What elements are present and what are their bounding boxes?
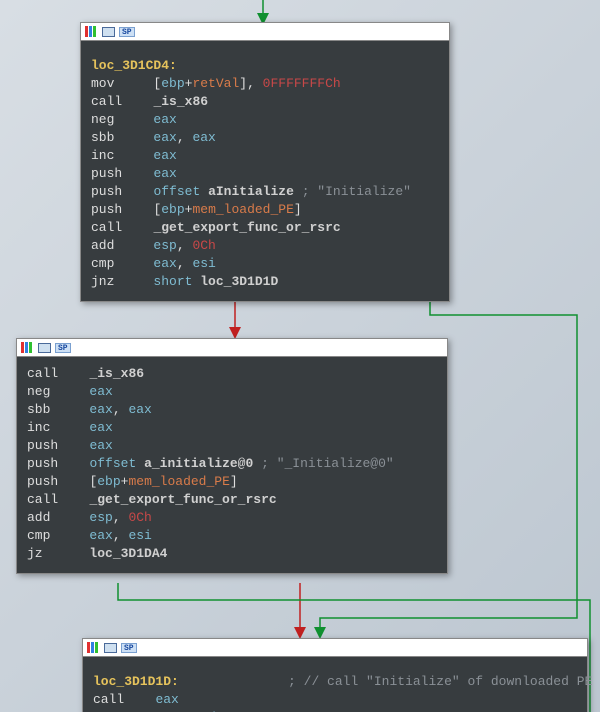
code-block-middle: call _is_x86 neg eax sbb eax, eax inc ea…	[17, 357, 447, 573]
graph-canvas: SP loc_3D1CD4: mov [ebp+retVal], 0FFFFFF…	[0, 0, 600, 712]
chart-icon	[21, 342, 34, 354]
basic-block-top[interactable]: SP loc_3D1CD4: mov [ebp+retVal], 0FFFFFF…	[80, 22, 450, 302]
window-icon	[38, 342, 51, 354]
basic-block-bottom[interactable]: SP loc_3D1D1D: ; // call "Initialize" of…	[82, 638, 588, 712]
badge-icon: SP	[55, 343, 71, 353]
chart-icon	[85, 26, 98, 38]
basic-block-middle[interactable]: SP call _is_x86 neg eax sbb eax, eax inc…	[16, 338, 448, 574]
node-titlebar: SP	[83, 639, 587, 657]
chart-icon	[87, 642, 100, 654]
code-block-bottom: loc_3D1D1D: ; // call "Initialize" of do…	[83, 657, 587, 712]
badge-icon: SP	[119, 27, 135, 37]
badge-icon: SP	[121, 643, 137, 653]
node-titlebar: SP	[81, 23, 449, 41]
window-icon	[104, 642, 117, 654]
node-titlebar: SP	[17, 339, 447, 357]
code-block-top: loc_3D1CD4: mov [ebp+retVal], 0FFFFFFFCh…	[81, 41, 449, 301]
window-icon	[102, 26, 115, 38]
